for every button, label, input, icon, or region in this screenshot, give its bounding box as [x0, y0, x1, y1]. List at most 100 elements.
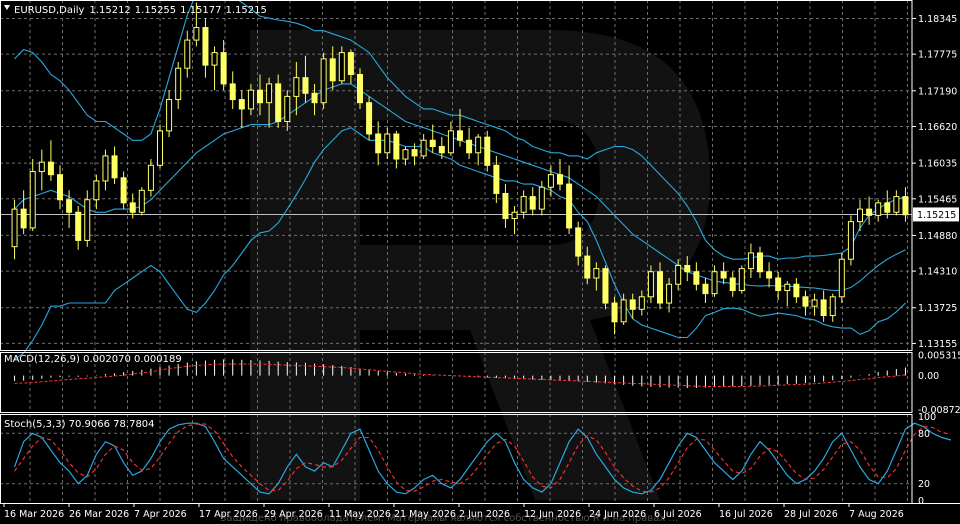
copyright-watermark: Защищено правообладателем. Материалы явл…: [220, 513, 678, 524]
candle-body-bullish: [338, 52, 345, 82]
symbol-name: EURUSD,Daily: [14, 5, 85, 16]
candle-body-bearish: [75, 211, 82, 241]
candle-body-bearish: [357, 74, 363, 104]
candle-body-bullish: [102, 155, 109, 182]
candle-body-bearish: [311, 92, 318, 104]
price-tick-label: 1.15465: [918, 194, 957, 205]
price-tick-label: 1.17190: [918, 86, 957, 97]
candle-body-bullish: [784, 283, 791, 292]
candle-body-bearish: [693, 271, 700, 285]
candle-body-bearish: [529, 196, 536, 210]
candle-body-bullish: [638, 296, 645, 310]
candle: [157, 124, 163, 169]
candle-body-bearish: [47, 161, 54, 176]
candle-body-bearish: [566, 183, 573, 229]
candle-body-bullish: [29, 171, 36, 229]
candle-body-bearish: [393, 133, 400, 160]
candle: [602, 265, 609, 310]
ohlc-open: 1.15212: [89, 5, 130, 16]
candle: [838, 252, 845, 304]
candle-body-bearish: [575, 227, 582, 257]
candle-body-bullish: [857, 208, 863, 223]
candle-body-bearish: [702, 283, 709, 295]
candle-body-bullish: [893, 196, 900, 213]
candle-body-bearish: [484, 136, 491, 166]
candle-body-bearish: [366, 102, 373, 135]
macd-tick-label: 0.00: [918, 371, 939, 382]
candle-body-bullish: [211, 52, 218, 66]
candle-body-bearish: [629, 299, 636, 310]
ohlc-low: 1.15177: [180, 5, 221, 16]
candle-body-bullish: [811, 299, 818, 307]
price-tick-label: 1.13155: [918, 339, 957, 350]
candle-body-bullish: [747, 252, 754, 270]
price-tick-label: 1.14310: [918, 267, 957, 278]
candle-body-bearish: [302, 77, 309, 94]
candle-body-bullish: [420, 139, 427, 157]
candle-body-bearish: [238, 99, 245, 110]
candle-body-bearish: [229, 83, 236, 101]
candle-body-bearish: [457, 130, 463, 141]
candle-body-bullish: [620, 299, 627, 323]
candle-body-bearish: [820, 299, 827, 317]
price-tick-label: 1.13725: [918, 303, 957, 314]
candle-body-bullish: [38, 161, 45, 173]
date-tick-label: 7 Apr 2026: [134, 509, 187, 520]
candle-body-bearish: [584, 255, 591, 279]
candle-body-bearish: [729, 277, 736, 292]
candle-body-bearish: [775, 277, 782, 292]
candle-body-bullish: [538, 186, 545, 210]
candle-body-bearish: [493, 164, 500, 194]
macd-tick-label: 0.005315: [918, 351, 960, 362]
candle-body-bearish: [757, 252, 763, 273]
candle-body-bullish: [475, 136, 482, 154]
candle-body-bearish: [429, 139, 436, 148]
candle: [484, 130, 491, 172]
candle-body-bearish: [557, 174, 563, 185]
candle-body-bullish: [247, 89, 254, 110]
candle: [738, 265, 745, 294]
candle-body-bearish: [411, 149, 418, 157]
candle-body-bearish: [66, 199, 73, 213]
candle-body-bullish: [829, 296, 836, 317]
candle-body-bullish: [847, 221, 854, 260]
price-tick-label: 1.17775: [918, 50, 957, 61]
candle-body-bullish: [11, 208, 18, 248]
price-tick-label: 1.16620: [918, 122, 957, 133]
candle-body-bearish: [466, 139, 473, 154]
candle-body-bullish: [166, 99, 173, 132]
candle-body-bearish: [602, 268, 609, 304]
candle-body-bullish: [738, 268, 745, 292]
candle-body-bullish: [402, 149, 409, 160]
candle-body-bullish: [284, 95, 291, 122]
date-tick-label: 16 Mar 2026: [4, 509, 64, 520]
candle: [366, 96, 373, 141]
candle-body-bearish: [120, 177, 127, 204]
candle-body-bearish: [802, 296, 809, 307]
candle-body-bearish: [720, 271, 727, 279]
candle-body-bullish: [184, 39, 191, 69]
ohlc-close: 1.15215: [226, 5, 267, 16]
candle-body-bullish: [593, 268, 600, 279]
candle-body-bullish: [547, 174, 554, 188]
macd-header: MACD(12,26,9) 0.002070 0.000189: [4, 354, 182, 365]
candle: [847, 215, 854, 266]
date-tick-label: 28 Jul 2026: [784, 509, 838, 520]
candle-body-bullish: [647, 271, 654, 298]
candle-body-bullish: [84, 199, 91, 241]
candle-body-bearish: [657, 271, 663, 304]
price-tick-label: 1.18345: [918, 14, 957, 25]
candle-body-bearish: [347, 52, 354, 76]
date-tick-label: 16 Jul 2026: [719, 509, 773, 520]
stoch-tick-label: 80: [918, 429, 930, 440]
stoch-tick-label: 0: [918, 496, 924, 507]
candle-body-bullish: [147, 164, 154, 191]
candle-body-bearish: [766, 271, 773, 279]
candle-body-bullish: [675, 264, 682, 285]
candle-body-bearish: [375, 133, 382, 154]
candle-body-bullish: [838, 258, 845, 298]
candle-body-bearish: [257, 89, 263, 104]
candle-body-bullish: [666, 283, 673, 304]
candle-body-bearish: [902, 196, 909, 216]
candle-body-bullish: [266, 83, 273, 104]
